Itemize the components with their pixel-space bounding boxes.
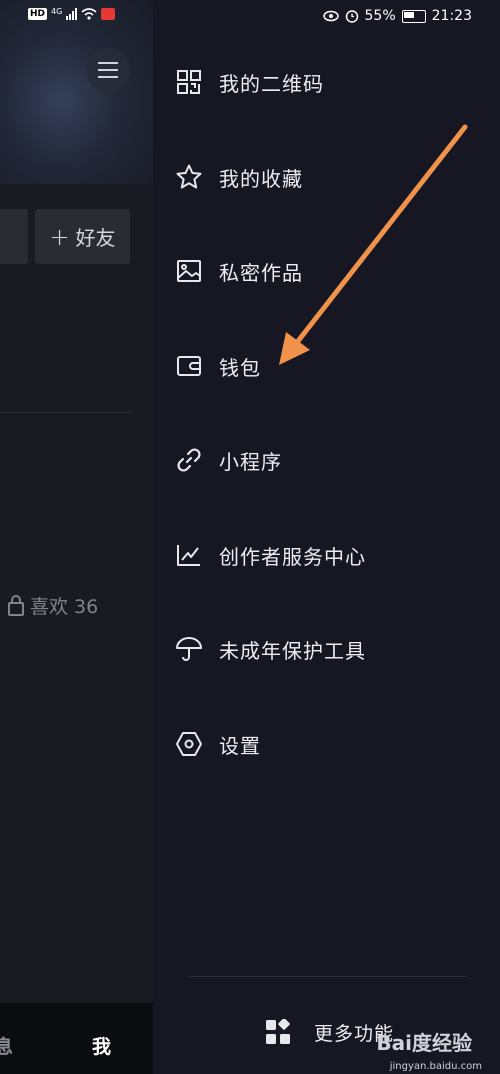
signal-icon xyxy=(66,8,78,20)
app-notification-icon xyxy=(101,8,116,20)
menu-item-settings[interactable]: 设置 xyxy=(175,724,261,764)
wifi-icon xyxy=(81,8,97,20)
battery-icon xyxy=(401,9,426,23)
status-right: 55% 21:23 xyxy=(322,8,472,24)
add-friend-button[interactable]: + 好友 xyxy=(35,209,130,264)
menu-item-favorites[interactable]: 我的收藏 xyxy=(175,157,303,197)
hd-badge: HD xyxy=(28,8,48,20)
link-icon xyxy=(175,446,203,474)
menu-item-minor-protection[interactable]: 未成年保护工具 xyxy=(175,629,366,669)
grid-icon xyxy=(264,1018,292,1046)
menu-item-label: 我的收藏 xyxy=(219,166,303,191)
plus-icon: + xyxy=(49,222,70,251)
likes-tab[interactable]: 喜欢 36 xyxy=(8,592,98,619)
clock: 21:23 xyxy=(431,8,472,24)
watermark-logo: Bai度经验 xyxy=(376,1031,472,1055)
hamburger-icon xyxy=(98,69,118,71)
likes-label: 喜欢 36 xyxy=(30,596,99,618)
eye-icon xyxy=(322,10,339,22)
menu-item-label: 我的二维码 xyxy=(219,71,324,96)
status-left: HD 4G xyxy=(28,6,116,20)
qr-code-icon xyxy=(175,68,203,96)
network-type: 4G xyxy=(51,6,63,16)
nav-me[interactable]: 我 xyxy=(92,1032,111,1059)
watermark-url: jingyan.baidu.com xyxy=(389,1061,482,1072)
wallet-icon xyxy=(175,352,203,380)
chart-icon xyxy=(175,541,203,569)
star-icon xyxy=(175,163,203,191)
menu-item-label: 创作者服务中心 xyxy=(219,544,366,569)
side-drawer: 我的二维码 我的收藏 私密作品 钱包 小程序 创作者服务中心 未成年保护工具 设… xyxy=(153,0,500,1074)
menu-item-private-works[interactable]: 私密作品 xyxy=(175,251,303,291)
image-icon xyxy=(175,257,203,285)
edit-profile-button[interactable] xyxy=(0,209,28,264)
profile-page-background: + 好友 喜欢 36 息 我 xyxy=(0,0,153,1074)
menu-item-label: 钱包 xyxy=(219,355,261,380)
more-features-button[interactable]: 更多功能 xyxy=(264,1014,394,1050)
lock-icon xyxy=(8,594,24,616)
menu-toggle-button[interactable] xyxy=(86,48,130,92)
add-friend-label: 好友 xyxy=(75,226,116,250)
menu-item-label: 小程序 xyxy=(219,449,282,474)
menu-item-label: 私密作品 xyxy=(219,260,303,285)
divider xyxy=(0,412,132,413)
menu-item-label: 设置 xyxy=(219,733,261,758)
menu-item-creator-center[interactable]: 创作者服务中心 xyxy=(175,535,366,575)
menu-item-wallet[interactable]: 钱包 xyxy=(175,346,261,386)
bottom-nav xyxy=(0,1003,153,1074)
menu-item-qr-code[interactable]: 我的二维码 xyxy=(175,62,324,102)
drawer-divider xyxy=(189,976,466,977)
alarm-icon xyxy=(345,10,358,23)
battery-percent: 55% xyxy=(364,8,396,24)
menu-item-mini-programs[interactable]: 小程序 xyxy=(175,440,282,480)
status-bar: HD 4G 55% 21:23 xyxy=(0,0,500,36)
hexagon-icon xyxy=(175,730,203,758)
nav-messages[interactable]: 息 xyxy=(0,1032,13,1059)
umbrella-icon xyxy=(175,635,203,663)
menu-item-label: 未成年保护工具 xyxy=(219,638,366,663)
